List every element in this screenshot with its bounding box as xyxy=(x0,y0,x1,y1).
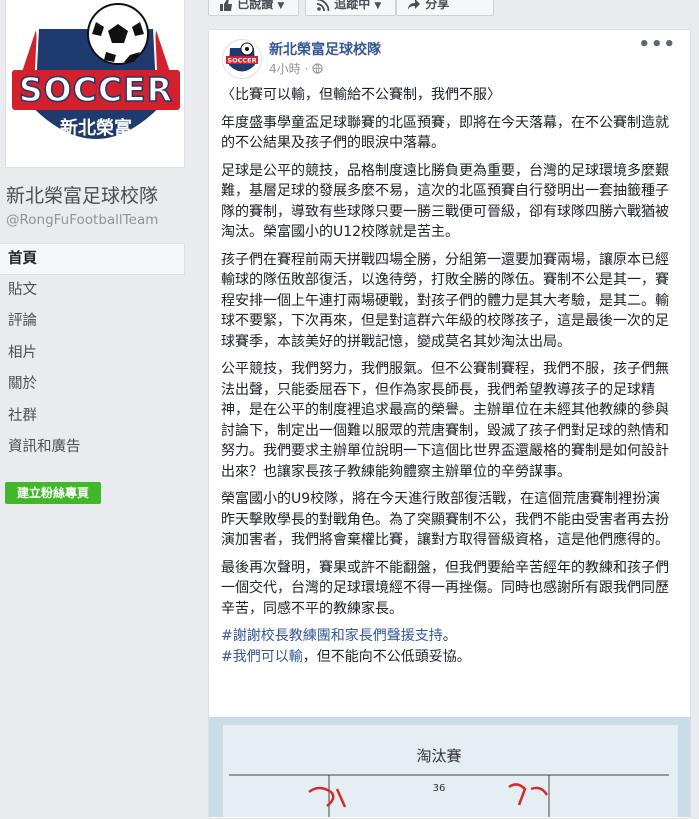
svg-text:★: ★ xyxy=(52,144,60,154)
post-meta: 4小時 · xyxy=(269,60,323,77)
nav-item-about[interactable]: 關於 xyxy=(0,369,185,401)
following-label: 追蹤中 xyxy=(334,0,371,11)
image-number: 36 xyxy=(433,783,446,794)
svg-text:★: ★ xyxy=(132,144,140,154)
image-heading: 淘汰賽 xyxy=(416,747,461,765)
hashtag-link[interactable]: #我們可以輸 xyxy=(221,649,303,665)
globe-icon xyxy=(312,63,323,74)
liked-button[interactable]: 已說讚 ▼ xyxy=(208,0,299,16)
create-page-button[interactable]: 建立粉絲專頁 xyxy=(5,482,101,504)
hashtag-line: #謝謝校長教練團和家長們聲援支持。 xyxy=(221,626,669,647)
post-paragraph: 最後再次聲明，賽果或許不能翻盤，但我們要給辛苦經年的教練和孩子們一個交代，台灣的… xyxy=(221,559,669,617)
post-paragraph: 孩子們在賽程前兩天拼戰四場全勝，分組第一還要加賽兩場，讓原本已經輸球的隊伍敗部復… xyxy=(221,251,669,350)
chevron-down-icon: ▼ xyxy=(374,1,382,11)
nav-item-info-ads[interactable]: 資訊和廣告 xyxy=(0,432,185,464)
left-nav: 首頁 貼文 評論 相片 關於 社群 資訊和廣告 xyxy=(0,243,185,464)
svg-text:SOCCER: SOCCER xyxy=(227,57,256,65)
logo-main-text: SOCCER xyxy=(19,70,173,109)
nav-item-photos[interactable]: 相片 xyxy=(0,338,185,370)
rss-icon xyxy=(316,0,330,11)
share-arrow-icon xyxy=(408,0,420,10)
nav-item-home[interactable]: 首頁 xyxy=(0,243,185,275)
bracket-sheet-image: 淘汰賽 36 xyxy=(209,717,690,817)
hashtag-link[interactable]: #謝謝校長教練團和家長們聲援支持 xyxy=(221,628,443,644)
post-paragraph: 足球是公平的競技，品格制度遠比勝負更為重要，台灣的足球環境多麼艱難，基層足球的發… xyxy=(221,162,669,241)
post-paragraph: 榮富國小的U9校隊，將在今天進行敗部復活戰，在這個荒唐賽制裡扮演昨天擊敗學長的對… xyxy=(221,491,669,548)
post-paragraph: 年度盛事學童盃足球聯賽的北區預賽，即將在今天落幕，在不公賽制造就的不公結果及孩子… xyxy=(221,114,669,152)
hashtag-line: #我們可以輸，但不能向不公低頭妥協。 xyxy=(221,647,669,668)
post-card: SOCCER 新北榮富足球校隊 4小時 · ••• 〈比賽可以輸，但輸給不公賽制… xyxy=(208,29,691,819)
page-logo[interactable]: SOCCER 新北榮富 2018 ★ ★ xyxy=(5,0,185,168)
dot-separator: · xyxy=(304,62,309,76)
thumbs-up-icon xyxy=(220,0,232,11)
post-author[interactable]: 新北榮富足球校隊 xyxy=(269,39,381,59)
soccer-logo-icon: SOCCER 新北榮富 2018 ★ ★ xyxy=(12,3,180,154)
liked-label: 已說讚 xyxy=(237,0,274,11)
chevron-down-icon: ▼ xyxy=(277,1,285,11)
soccer-logo-icon: SOCCER xyxy=(226,42,258,72)
post-paragraph: 公平競技，我們努力，我們服氣。但不公賽制賽程，我們不服，孩子們無法出聲，只能委屈… xyxy=(221,361,669,480)
page-handle[interactable]: @RongFuFootballTeam xyxy=(6,212,158,228)
post-title-paragraph: 〈比賽可以輸，但輸給不公賽制，我們不服〉 xyxy=(221,87,501,103)
nav-item-posts[interactable]: 貼文 xyxy=(0,275,185,307)
hashtag-line-text: 。 xyxy=(442,628,457,644)
share-label: 分享 xyxy=(425,0,450,11)
page-name[interactable]: 新北榮富足球校隊 xyxy=(6,184,191,208)
post-avatar[interactable]: SOCCER xyxy=(222,39,262,79)
logo-sub-text: 新北榮富 xyxy=(60,117,132,139)
post-time[interactable]: 4小時 xyxy=(269,62,301,76)
post-body: 〈比賽可以輸，但輸給不公賽制，我們不服〉 年度盛事學童盃足球聯賽的北區預賽，即將… xyxy=(221,85,669,667)
logo-year-text: 2018 xyxy=(85,144,108,154)
hashtag-line-text: ，但不能向不公低頭妥協。 xyxy=(302,648,471,665)
nav-item-reviews[interactable]: 評論 xyxy=(0,306,185,338)
nav-item-community[interactable]: 社群 xyxy=(0,401,185,433)
more-options-icon[interactable]: ••• xyxy=(638,34,676,55)
share-button[interactable]: 分享 xyxy=(396,0,494,16)
post-image[interactable]: 淘汰賽 36 xyxy=(209,717,690,817)
following-button[interactable]: 追蹤中 ▼ xyxy=(305,0,396,16)
